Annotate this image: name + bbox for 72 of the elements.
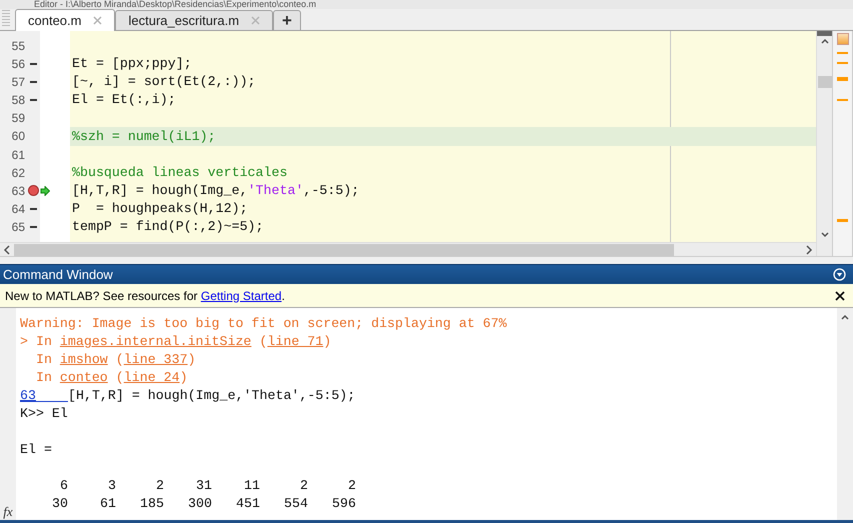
breakpoint-icon[interactable] bbox=[28, 185, 39, 196]
matrix-value: 31 bbox=[195, 477, 212, 495]
line-number: 61 bbox=[10, 146, 26, 164]
chevron-down-icon[interactable] bbox=[820, 230, 830, 240]
matrix-value: 30 bbox=[51, 495, 68, 513]
matrix-value: 3 bbox=[107, 477, 116, 495]
warning-text: In bbox=[34, 369, 53, 387]
horizontal-scrollbar[interactable] bbox=[0, 242, 816, 256]
function-browser-button[interactable]: fx bbox=[3, 505, 13, 518]
line-number: 62 bbox=[10, 164, 26, 182]
editor-tab[interactable]: conteo.m bbox=[15, 9, 116, 31]
code-line: [H,T,R] = hough(Img_e,'Theta',-5:5); bbox=[72, 182, 360, 200]
matrix-value: 2 bbox=[299, 477, 308, 495]
matrix-value: 2 bbox=[347, 477, 356, 495]
code-line: El = Et(:,i); bbox=[72, 91, 176, 110]
info-message: New to MATLAB? See resources for Getting Started. bbox=[5, 288, 285, 304]
matrix-value: 554 bbox=[283, 495, 308, 513]
code-line: [~, i] = sort(Et(2,:)); bbox=[72, 73, 256, 92]
warning-text: ( bbox=[114, 351, 124, 369]
panel-title: Command Window bbox=[3, 266, 113, 284]
code-line: tempP = find(P(:,2)~=5); bbox=[72, 218, 264, 236]
dropdown-icon[interactable] bbox=[833, 268, 846, 281]
line-number: 60 bbox=[10, 128, 26, 146]
code-line: %busqueda lineas verticales bbox=[72, 164, 288, 182]
close-icon[interactable] bbox=[835, 290, 845, 300]
vertical-scrollbar[interactable] bbox=[816, 31, 832, 256]
line-number: 57 bbox=[10, 74, 26, 92]
matrix-value: 11 bbox=[243, 477, 260, 495]
warning-text: Warning: Image is too big to fit on screen; displaying at 67% bbox=[20, 315, 507, 333]
warning-text: ( bbox=[114, 369, 124, 387]
line-number: 56 bbox=[10, 56, 26, 74]
warning-text: ( bbox=[258, 333, 268, 351]
console-text: K>> El bbox=[20, 405, 68, 423]
editor-tab[interactable]: lectura_escritura.m bbox=[115, 10, 274, 30]
warning-text: > In bbox=[20, 333, 53, 351]
warning-text: In bbox=[34, 351, 53, 369]
matrix-value: 2 bbox=[155, 477, 164, 495]
scrollbar-thumb[interactable] bbox=[14, 244, 674, 256]
dash-icon[interactable] bbox=[30, 226, 37, 228]
scrollbar-thumb[interactable] bbox=[818, 76, 832, 88]
warning-text: ) bbox=[180, 369, 188, 387]
line-number: 55 bbox=[10, 38, 26, 55]
line-number: 64 bbox=[10, 200, 26, 218]
dash-icon[interactable] bbox=[30, 63, 37, 66]
matrix-value: 451 bbox=[235, 495, 260, 513]
matrix-value: 596 bbox=[331, 495, 356, 513]
chevron-up-icon[interactable] bbox=[840, 312, 850, 322]
line-number-link[interactable]: 63 bbox=[20, 387, 68, 402]
code-line: %szh = numel(iL1); bbox=[72, 128, 216, 146]
window-title: Editor - I:\Alberto Miranda\Desktop\Residencias\Experimento\conteo.m bbox=[33, 0, 316, 9]
warning-text: ) bbox=[188, 351, 196, 369]
console-text: El = bbox=[20, 441, 52, 459]
console-text: [H,T,R] = hough(Img_e,'Theta',-5:5); bbox=[68, 387, 356, 405]
line-number: 65 bbox=[10, 218, 26, 236]
code-line: P = houghpeaks(H,12); bbox=[72, 200, 248, 218]
code-line: Et = [ppx;ppy]; bbox=[72, 55, 192, 74]
matrix-value: 6 bbox=[59, 477, 68, 495]
dash-icon[interactable] bbox=[30, 81, 37, 84]
dash-icon[interactable] bbox=[30, 208, 37, 210]
vertical-scrollbar[interactable] bbox=[837, 308, 853, 520]
new-tab-button[interactable]: + bbox=[273, 10, 301, 30]
matrix-value: 300 bbox=[187, 495, 212, 513]
getting-started-link[interactable]: Getting Started bbox=[200, 288, 282, 302]
warning-text: ) bbox=[323, 333, 332, 351]
dash-icon[interactable] bbox=[30, 99, 37, 102]
split-handle[interactable] bbox=[816, 31, 832, 36]
chevron-up-icon[interactable] bbox=[820, 36, 830, 46]
line-number: 63 bbox=[10, 182, 26, 200]
line-number: 59 bbox=[10, 110, 26, 128]
line-number: 58 bbox=[10, 92, 26, 110]
matrix-value: 61 bbox=[99, 495, 116, 513]
matrix-value: 185 bbox=[139, 495, 164, 513]
